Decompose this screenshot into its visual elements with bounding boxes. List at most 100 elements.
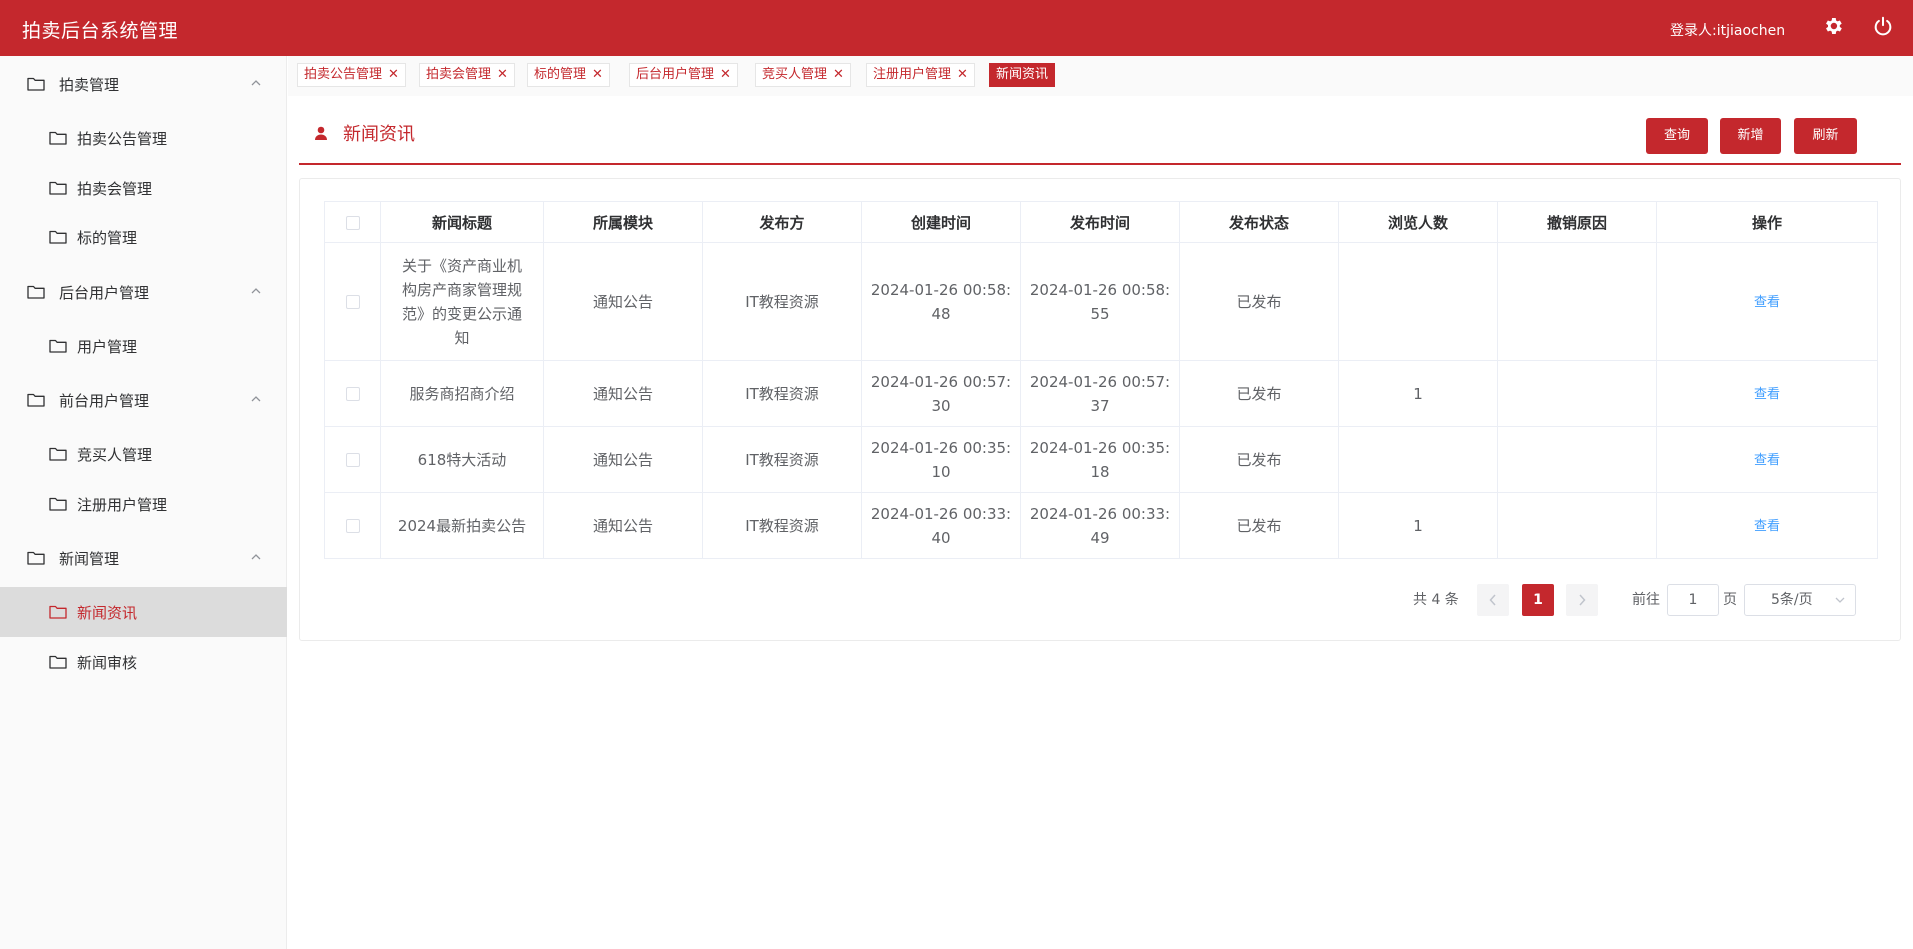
close-icon[interactable]: ✕ <box>497 67 508 82</box>
folder-icon <box>27 392 45 407</box>
cell-line: 2024-01-26 00:33: <box>870 504 1012 523</box>
cell-line: 2024-01-26 00:35: <box>1029 438 1171 457</box>
cell-line: 2024-01-26 00:33: <box>1029 504 1171 523</box>
views-cell: 1 <box>1338 492 1498 559</box>
close-icon[interactable]: ✕ <box>388 67 399 82</box>
cell-line: 服务商招商介绍 <box>409 384 515 403</box>
tab-3[interactable]: 后台用户管理 ✕ <box>629 63 738 87</box>
folder-icon <box>49 496 67 511</box>
sidebar-group-1[interactable]: 后台用户管理 <box>0 267 287 317</box>
status-cell: 已发布 <box>1179 492 1339 559</box>
view-link[interactable]: 查看 <box>1754 519 1780 534</box>
cell-line: 2024-01-26 00:58: <box>1029 280 1171 299</box>
action-cell: 查看 <box>1656 426 1878 493</box>
sidebar: 拍卖管理 拍卖公告管理 拍卖会管理 标的管理 后台用户管理 用户管理前台用户管理竞买人管理… <box>0 56 287 949</box>
sidebar-item-3-0[interactable]: 新闻资讯 <box>0 587 287 637</box>
row-select-cell <box>324 360 381 427</box>
column-header: 新闻标题 <box>380 201 544 243</box>
tab-6[interactable]: 新闻资讯 <box>989 63 1056 87</box>
close-icon[interactable]: ✕ <box>957 67 968 82</box>
query-button[interactable]: 查询 <box>1646 118 1708 154</box>
select-all-checkbox[interactable] <box>345 215 360 230</box>
cell-line: 2024-01-26 00:35: <box>870 438 1012 457</box>
tab-label: 标的管理 <box>534 67 587 82</box>
tab-5[interactable]: 注册用户管理 ✕ <box>866 63 975 87</box>
goto-page-input[interactable] <box>1667 584 1719 616</box>
next-page-button[interactable] <box>1566 584 1598 616</box>
sidebar-group-label: 前台用户管理 <box>59 392 150 410</box>
tab-0[interactable]: 拍卖公告管理 ✕ <box>297 63 406 87</box>
publisher-cell: IT教程资源 <box>702 242 862 361</box>
reason-cell <box>1497 360 1657 427</box>
current-user-label: 登录人:itjiaochen <box>1670 23 1786 39</box>
tab-2[interactable]: 标的管理 ✕ <box>527 63 610 87</box>
news-title-cell: 服务商招商介绍 <box>380 360 544 427</box>
top-header: 拍卖后台系统管理 登录人:itjiaochen <box>0 0 1913 56</box>
sidebar-item-0-1[interactable]: 拍卖会管理 <box>0 163 287 213</box>
power-icon[interactable] <box>1872 15 1894 37</box>
view-link[interactable]: 查看 <box>1754 387 1780 402</box>
sidebar-group-2[interactable]: 前台用户管理 <box>0 375 287 425</box>
sidebar-item-1-0[interactable]: 用户管理 <box>0 321 287 371</box>
table-row: 2024最新拍卖公告 通知公告 IT教程资源 2024-01-26 00:33: 40 2… <box>324 492 1878 559</box>
tab-4[interactable]: 竞买人管理 ✕ <box>755 63 851 87</box>
view-link[interactable]: 查看 <box>1754 295 1780 310</box>
add-button[interactable]: 新增 <box>1720 118 1781 154</box>
gear-icon[interactable] <box>1822 15 1844 37</box>
sidebar-group-3[interactable]: 新闻管理 <box>0 533 287 583</box>
tab-1[interactable]: 拍卖会管理 ✕ <box>419 63 515 87</box>
page-number-current[interactable]: 1 <box>1522 584 1554 616</box>
column-header: 发布方 <box>702 201 862 243</box>
sidebar-item-0-0[interactable]: 拍卖公告管理 <box>0 113 287 163</box>
page-title: 新闻资讯 <box>313 120 415 146</box>
folder-icon <box>49 180 67 195</box>
row-checkbox[interactable] <box>345 453 360 467</box>
row-checkbox[interactable] <box>345 295 360 309</box>
chevron-up-icon <box>251 396 261 402</box>
sidebar-item-3-1[interactable]: 新闻审核 <box>0 637 287 687</box>
created-time-cell: 2024-01-26 00:57: 30 <box>861 360 1021 427</box>
row-checkbox[interactable] <box>345 387 360 401</box>
close-icon[interactable]: ✕ <box>592 67 603 82</box>
chevron-down-icon <box>1835 597 1845 603</box>
sidebar-item-0-2[interactable]: 标的管理 <box>0 212 287 262</box>
view-link[interactable]: 查看 <box>1754 453 1780 468</box>
sidebar-group-label: 新闻管理 <box>59 550 120 568</box>
cell-line: 55 <box>1090 304 1110 323</box>
cell-line: 2024最新拍卖公告 <box>397 516 527 535</box>
prev-page-button[interactable] <box>1477 584 1509 616</box>
folder-icon <box>49 604 67 619</box>
news-title-cell: 618特大活动 <box>380 426 544 493</box>
cell-line: 30 <box>931 396 951 415</box>
cell-line: 2024-01-26 00:58: <box>870 280 1012 299</box>
cell-line: 18 <box>1090 462 1110 481</box>
created-time-cell: 2024-01-26 00:58: 48 <box>861 242 1021 361</box>
publisher-cell: IT教程资源 <box>702 360 862 427</box>
tab-label: 注册用户管理 <box>873 67 952 82</box>
tab-label: 拍卖公告管理 <box>304 67 383 82</box>
cell-line: 2024-01-26 00:57: <box>870 372 1012 391</box>
sidebar-item-2-1[interactable]: 注册用户管理 <box>0 479 287 529</box>
cell-line: 49 <box>1090 528 1110 547</box>
cell-line: 618特大活动 <box>417 450 507 469</box>
sidebar-item-label: 新闻资讯 <box>77 604 138 622</box>
status-cell: 已发布 <box>1179 360 1339 427</box>
folder-icon <box>49 446 67 461</box>
published-time-cell: 2024-01-26 00:35: 18 <box>1020 426 1180 493</box>
sidebar-group-0[interactable]: 拍卖管理 <box>0 59 287 109</box>
app-title: 拍卖后台系统管理 <box>22 20 179 42</box>
sidebar-item-2-0[interactable]: 竞买人管理 <box>0 429 287 479</box>
column-header: 操作 <box>1656 201 1878 243</box>
folder-icon <box>49 654 67 669</box>
goto-suffix-label: 页 <box>1723 592 1737 608</box>
refresh-button[interactable]: 刷新 <box>1794 118 1857 154</box>
cell-line: 40 <box>931 528 951 547</box>
news-title-cell: 2024最新拍卖公告 <box>380 492 544 559</box>
page-size-select[interactable]: 5条/页 <box>1744 584 1856 616</box>
chevron-left-icon <box>1489 594 1496 606</box>
tab-label: 拍卖会管理 <box>426 67 492 82</box>
row-checkbox[interactable] <box>345 519 360 533</box>
close-icon[interactable]: ✕ <box>720 67 731 82</box>
module-cell: 通知公告 <box>543 426 703 493</box>
close-icon[interactable]: ✕ <box>833 67 844 82</box>
